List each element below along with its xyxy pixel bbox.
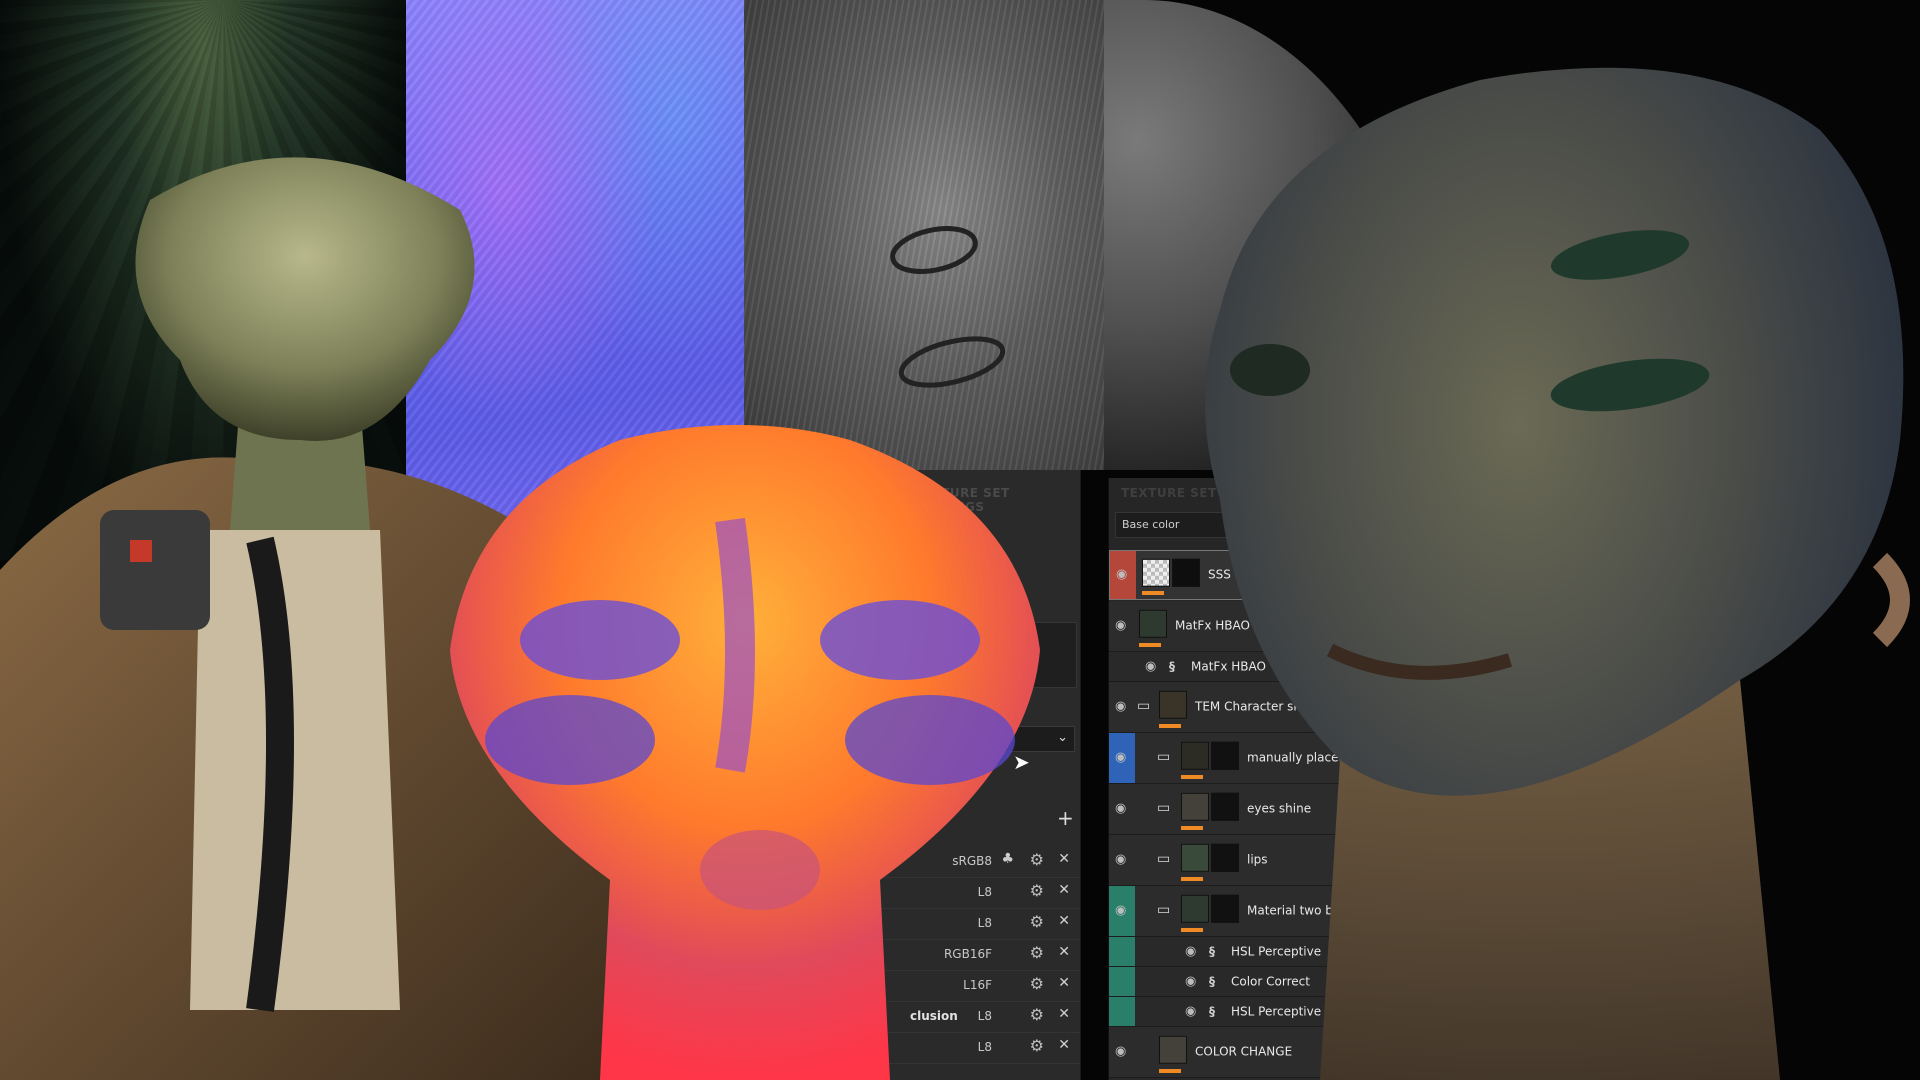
chevron-down-icon: ⌄ <box>1057 730 1068 745</box>
folder-icon[interactable]: ▭ <box>1137 698 1150 714</box>
close-icon[interactable]: ✕ <box>1058 975 1070 991</box>
close-icon[interactable]: ✕ <box>1058 882 1070 898</box>
layer-thumbnail <box>1139 609 1167 638</box>
folder-icon[interactable]: ▭ <box>1157 749 1170 765</box>
eye-icon[interactable]: ◉ <box>1145 658 1156 673</box>
height-map-preview <box>744 0 1104 470</box>
channel-select-value: Base color <box>1122 518 1180 531</box>
eye-icon[interactable]: ◉ <box>1115 618 1126 633</box>
close-icon[interactable]: ✕ <box>1058 944 1070 960</box>
add-channel-button[interactable]: + <box>1057 806 1074 830</box>
eye-icon[interactable]: ◉ <box>1115 852 1126 867</box>
layer-color-tag <box>1109 997 1135 1026</box>
folder-icon[interactable]: ▭ <box>1157 902 1170 918</box>
folder-icon[interactable]: ▭ <box>1157 800 1170 816</box>
channel-indicator-bar <box>1142 591 1164 595</box>
layer-thumbnail <box>1142 558 1170 587</box>
alien-heatmap-render <box>430 410 1050 1080</box>
eye-icon[interactable]: ◉ <box>1115 750 1126 765</box>
channel-indicator-bar <box>1139 643 1161 647</box>
eye-icon[interactable]: ◉ <box>1115 801 1126 816</box>
folder-icon[interactable]: ▭ <box>1157 851 1170 867</box>
alien-head-textured-render <box>1180 40 1920 1080</box>
layer-color-tag <box>1109 967 1135 996</box>
close-icon[interactable]: ✕ <box>1058 1037 1070 1053</box>
eye-icon[interactable]: ◉ <box>1115 1044 1126 1059</box>
filter-icon: § <box>1169 658 1175 673</box>
eye-icon[interactable]: ◉ <box>1115 903 1126 918</box>
channel-indicator-bar <box>1159 724 1181 728</box>
close-icon[interactable]: ✕ <box>1058 851 1070 867</box>
close-icon[interactable]: ✕ <box>1058 913 1070 929</box>
eye-icon[interactable]: ◉ <box>1115 699 1126 714</box>
channel-indicator-bar <box>1159 1069 1181 1073</box>
eye-icon[interactable]: ◉ <box>1116 567 1127 582</box>
layer-color-tag <box>1109 937 1135 966</box>
close-icon[interactable]: ✕ <box>1058 1006 1070 1022</box>
